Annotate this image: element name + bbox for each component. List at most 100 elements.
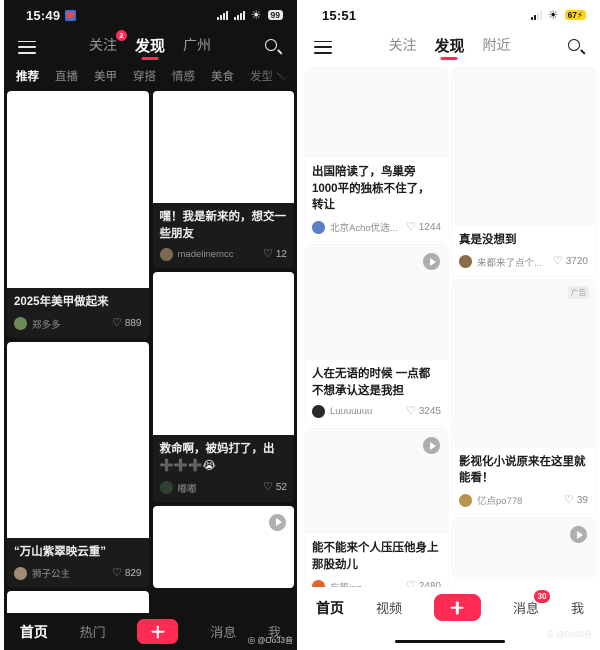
weibo-icon: ◎: [247, 635, 256, 645]
card-thumbnail[interactable]: [452, 518, 595, 579]
heart-icon: ♡: [405, 405, 416, 418]
like-count[interactable]: ♡ 12: [263, 249, 287, 261]
ad-tag: 广告: [568, 285, 589, 299]
create-post-button[interactable]: [137, 619, 179, 644]
feed-card[interactable]: 广告 影视化小说原来在这里就能看！ 亿点po778 ♡ 39: [452, 279, 595, 515]
like-count-value: 39: [576, 494, 588, 506]
status-bar-left: 15:51: [322, 8, 356, 23]
left-feed[interactable]: 2025年美甲做起来 郑多多 ♡ 889 “万山紫翠映云重” 狮子公主 ♡ 82…: [4, 88, 297, 641]
like-count[interactable]: ♡ 39: [564, 494, 588, 506]
left-status-bar: 15:49 ☀ 99: [4, 0, 297, 30]
category-chip-3[interactable]: 穿搭: [133, 68, 156, 84]
feed-card[interactable]: 能不能来个人压压他身上那股劲儿 忘笙ing ♡ 2480: [305, 429, 448, 591]
feed-card[interactable]: 真是没想到 来都来了点个... ♡ 3720: [452, 68, 595, 276]
card-thumbnail[interactable]: [152, 272, 294, 436]
card-thumbnail[interactable]: [152, 91, 294, 203]
create-post-button[interactable]: [433, 594, 481, 621]
card-thumbnail[interactable]: [7, 91, 149, 288]
right-top-nav: 关注 发现 附近: [300, 30, 600, 64]
card-thumbnail[interactable]: [152, 505, 294, 588]
nav-tab-discover-label: 发现: [134, 37, 165, 55]
left-nav-tabs: 关注 2 发现 广州: [36, 30, 264, 60]
avatar[interactable]: [459, 493, 472, 507]
category-chip-0[interactable]: 推荐: [16, 68, 39, 84]
search-icon[interactable]: [264, 38, 283, 57]
nav-tab-follow[interactable]: 关注: [388, 35, 416, 59]
tab-video[interactable]: 视频: [376, 598, 402, 617]
like-count[interactable]: ♡ 1244: [406, 221, 441, 233]
feed-card[interactable]: 出国陪读了，鸟巢旁1000平的独栋不住了，转让 北京Acho优选... ♡ 12…: [305, 68, 448, 242]
card-title: 影视化小说原来在这里就能看！: [459, 455, 586, 485]
avatar[interactable]: [14, 566, 27, 580]
nav-tab-nearby[interactable]: 附近: [483, 35, 511, 59]
tab-home[interactable]: 首页: [316, 598, 344, 618]
category-chip-1[interactable]: 直播: [55, 68, 78, 84]
tab-profile[interactable]: 我: [571, 598, 584, 617]
like-count[interactable]: ♡ 3245: [405, 405, 441, 418]
card-thumbnail[interactable]: [305, 68, 448, 158]
right-feed[interactable]: 出国陪读了，鸟巢旁1000平的独栋不住了，转让 北京Acho优选... ♡ 12…: [300, 64, 600, 591]
like-count[interactable]: ♡ 52: [263, 481, 287, 494]
card-byline: 北京Acho优选... ♡ 1244: [312, 220, 441, 234]
tab-messages[interactable]: 消息: [210, 622, 236, 641]
avatar[interactable]: [312, 405, 325, 419]
card-thumbnail[interactable]: [7, 341, 149, 538]
category-chip-2[interactable]: 美甲: [94, 68, 117, 84]
hamburger-menu-icon[interactable]: [18, 40, 36, 54]
feed-card[interactable]: 嘿！我是新来的，想交一些朋友 madelinemcc ♡ 12: [152, 91, 294, 269]
feed-card[interactable]: 2025年美甲做起来 郑多多 ♡ 889: [7, 91, 149, 338]
card-thumbnail[interactable]: [305, 245, 448, 361]
like-count-value: 3720: [565, 256, 588, 268]
like-count-value: 1244: [418, 221, 441, 233]
like-count-value: 889: [124, 318, 142, 330]
feed-card[interactable]: 人在无语的时候 一点都不想承认这是我担 Luuuuuuu ♡ 3245: [305, 245, 448, 426]
hamburger-menu-icon[interactable]: [314, 40, 332, 54]
category-chip-5[interactable]: 美食: [211, 68, 234, 84]
nav-tab-discover[interactable]: 发现: [434, 35, 465, 60]
search-icon[interactable]: [567, 38, 586, 57]
signal-bars-icon-2: [233, 10, 245, 20]
play-icon[interactable]: [570, 526, 587, 544]
card-byline: 狮子公主 ♡ 829: [14, 566, 142, 580]
nav-tab-follow[interactable]: 关注 2: [89, 30, 127, 59]
tab-messages[interactable]: 消息 30: [513, 590, 550, 617]
watermark: ◎ @Oo33音: [247, 635, 293, 646]
card-thumbnail[interactable]: [452, 68, 595, 226]
heart-icon: ♡: [263, 481, 273, 494]
avatar[interactable]: [312, 220, 325, 234]
play-icon[interactable]: [269, 513, 286, 531]
status-bar-left: 15:49: [26, 8, 77, 23]
nav-tab-discover[interactable]: 发现: [135, 35, 165, 60]
card-title: 人在无语的时候 一点都不想承认这是我担: [312, 368, 431, 397]
category-chip-6[interactable]: 发型: [250, 68, 273, 84]
feed-card[interactable]: [452, 518, 595, 579]
card-thumbnail[interactable]: [305, 429, 448, 535]
card-thumbnail[interactable]: 广告: [452, 279, 595, 448]
right-phone-screenshot: 15:51 ☀ 67⚡ 关注 发现 附近 出国陪读了，鸟巢旁1000平的独栋不住…: [300, 0, 600, 650]
tab-hot[interactable]: 热门: [80, 622, 106, 641]
like-count[interactable]: ♡ 3720: [553, 256, 588, 268]
card-title: 能不能来个人压压他身上那股劲儿: [312, 542, 439, 572]
feed-card[interactable]: [152, 505, 294, 588]
left-top-nav: 关注 2 发现 广州: [4, 30, 297, 64]
card-title: 嘿！我是新来的，想交一些朋友: [159, 211, 287, 240]
like-count[interactable]: ♡ 889: [112, 318, 142, 330]
like-count[interactable]: ♡ 829: [112, 567, 142, 579]
avatar[interactable]: [459, 255, 472, 269]
card-meta: 人在无语的时候 一点都不想承认这是我担 Luuuuuuu ♡ 3245: [305, 360, 448, 425]
card-author: madelinemcc: [177, 249, 234, 261]
avatar[interactable]: [159, 248, 173, 262]
feed-card[interactable]: “万山紫翠映云重” 狮子公主 ♡ 829: [7, 341, 149, 588]
category-chip-4[interactable]: 情感: [172, 68, 195, 84]
chevron-down-icon[interactable]: [276, 66, 292, 81]
card-author: Luuuuuuu: [330, 406, 373, 418]
avatar[interactable]: [14, 317, 27, 331]
feed-card[interactable]: 救命啊，被妈打了，出➕➕➕😭 嘟嘟 ♡ 52: [152, 272, 294, 502]
card-meta: 真是没想到 来都来了点个... ♡ 3720: [452, 226, 595, 276]
tab-home[interactable]: 首页: [20, 622, 48, 642]
play-icon[interactable]: [423, 253, 440, 271]
card-byline: 来都来了点个... ♡ 3720: [459, 255, 588, 269]
nav-tab-city[interactable]: 广州: [183, 35, 211, 59]
play-icon[interactable]: [423, 437, 440, 455]
avatar[interactable]: [159, 481, 173, 495]
